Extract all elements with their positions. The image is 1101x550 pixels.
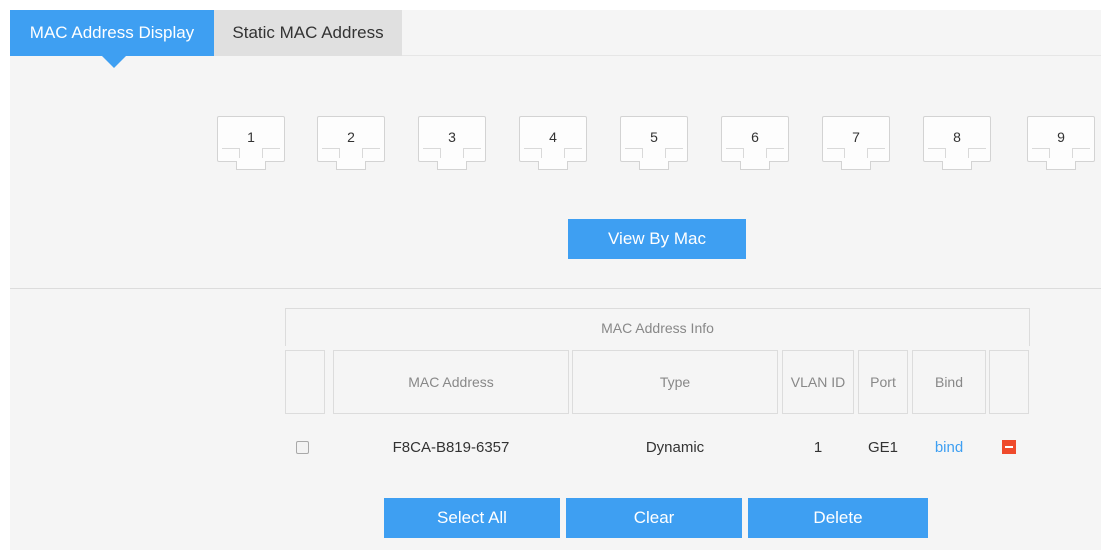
cell-port: GE1 [867, 439, 898, 456]
port-notch [1032, 148, 1050, 158]
port-base [1046, 161, 1076, 170]
header-vlan-id: VLAN ID [782, 350, 854, 414]
port-notch [766, 148, 784, 158]
port-notch [726, 148, 744, 158]
port-number: 1 [247, 129, 255, 145]
port-notch [262, 148, 280, 158]
header-bind: Bind [912, 350, 986, 414]
table-title: MAC Address Info [285, 308, 1030, 346]
tab-bar: MAC Address Display Static MAC Address [10, 10, 1101, 68]
port-notch [827, 148, 845, 158]
port-number: 3 [448, 129, 456, 145]
header-type: Type [572, 350, 778, 414]
port-notch [867, 148, 885, 158]
port-notch [222, 148, 240, 158]
port-base [639, 161, 669, 170]
cell-mac-address: F8CA-B819-6357 [392, 439, 510, 456]
view-by-mac-button[interactable]: View By Mac [568, 219, 746, 259]
port-2[interactable]: 2 [317, 116, 385, 170]
header-select-column [285, 350, 325, 414]
port-base [236, 161, 266, 170]
port-number: 8 [953, 129, 961, 145]
bind-link[interactable]: bind [912, 430, 986, 466]
cell-vlan-id: 1 [813, 439, 823, 456]
section-divider [10, 288, 1101, 289]
port-1[interactable]: 1 [217, 116, 285, 170]
row-checkbox[interactable] [296, 441, 309, 454]
port-8[interactable]: 8 [923, 116, 991, 170]
tab-mac-address-display[interactable]: MAC Address Display [10, 10, 214, 68]
port-notch [362, 148, 380, 158]
port-notch [1072, 148, 1090, 158]
port-notch [625, 148, 643, 158]
tab-static-mac-address[interactable]: Static MAC Address [214, 10, 402, 56]
port-5[interactable]: 5 [620, 116, 688, 170]
port-6[interactable]: 6 [721, 116, 789, 170]
port-number: 2 [347, 129, 355, 145]
tab-underline [402, 55, 1101, 56]
port-number: 7 [852, 129, 860, 145]
port-3[interactable]: 3 [418, 116, 486, 170]
clear-button[interactable]: Clear [566, 498, 742, 538]
port-notch [463, 148, 481, 158]
port-4[interactable]: 4 [519, 116, 587, 170]
page-body: MAC Address Display Static MAC Address 1… [10, 10, 1101, 550]
port-base [942, 161, 972, 170]
port-9[interactable]: 9 [1027, 116, 1095, 170]
port-notch [564, 148, 582, 158]
port-base [336, 161, 366, 170]
delete-button[interactable]: Delete [748, 498, 928, 538]
port-notch [423, 148, 441, 158]
select-all-button[interactable]: Select All [384, 498, 560, 538]
cell-type: Dynamic [645, 439, 705, 456]
port-base [841, 161, 871, 170]
port-base [740, 161, 770, 170]
port-notch [524, 148, 542, 158]
header-port: Port [858, 350, 908, 414]
port-notch [665, 148, 683, 158]
header-action-column [989, 350, 1029, 414]
port-number: 5 [650, 129, 658, 145]
port-notch [322, 148, 340, 158]
port-panel: 1 2 3 4 5 6 7 8 9 [10, 116, 1101, 180]
remove-row-icon[interactable] [1002, 440, 1016, 454]
port-base [538, 161, 568, 170]
port-notch [968, 148, 986, 158]
header-mac-address: MAC Address [333, 350, 569, 414]
port-7[interactable]: 7 [822, 116, 890, 170]
port-number: 4 [549, 129, 557, 145]
port-notch [928, 148, 946, 158]
port-number: 9 [1057, 129, 1065, 145]
port-base [437, 161, 467, 170]
port-number: 6 [751, 129, 759, 145]
